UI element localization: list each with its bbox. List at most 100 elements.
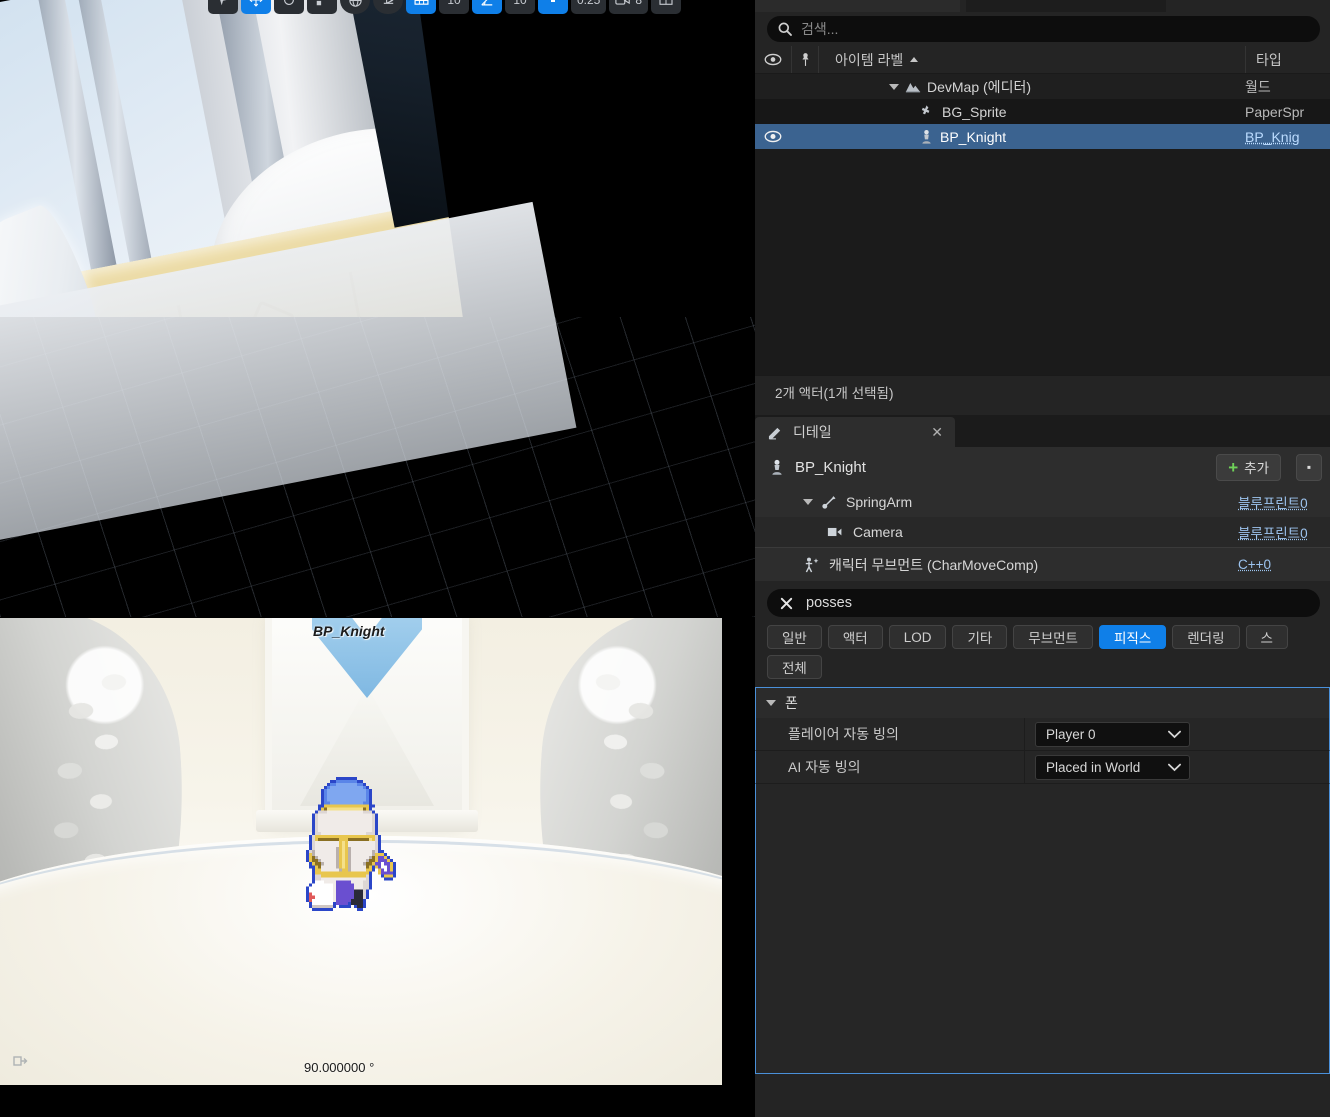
component-options-button[interactable]: ▪ [1296,453,1322,481]
chevron-down-icon[interactable] [803,499,813,505]
level-viewport[interactable]: BP_Knight 90.000000 ° 10 10 0.25 8 [0,0,755,1117]
camera-speed-button[interactable]: 8 [609,0,649,14]
chip-physics[interactable]: 피직스 [1098,625,1167,649]
close-icon[interactable] [779,596,794,611]
knight-sprite-actor[interactable] [303,777,396,914]
property-section: 폰 플레이어 자동 빙의 Player 0 AI 자동 빙의 Placed in… [755,687,1330,1074]
property-label: AI 자동 빙의 [788,759,861,775]
component-source-link[interactable]: C++0 [1238,557,1330,572]
plus-icon: + [1228,457,1239,477]
row-label: BP_Knight [940,128,1007,145]
tab-secondary[interactable] [966,0,1166,12]
chip-streaming[interactable]: 스 [1245,625,1288,649]
outliner-search-placeholder: 검색... [801,21,839,37]
row-visibility-toggle[interactable] [755,130,791,143]
chip-movement[interactable]: 무브먼트 [1013,625,1093,649]
chevron-down-icon[interactable] [766,700,776,706]
camera-icon [827,526,845,538]
rotation-readout: 90.000000 ° [304,1060,375,1075]
details-icon [767,425,784,440]
category-header-pawn[interactable]: 폰 [755,688,1330,718]
chip-lod[interactable]: LOD [888,625,947,649]
chip-all[interactable]: 전체 [767,655,822,679]
viewport-gizmo-icon[interactable] [12,1053,28,1069]
eye-icon[interactable] [755,53,791,66]
chevron-down-icon [1168,730,1181,739]
pawn-icon [919,129,934,145]
component-row-springarm[interactable]: SpringArm 블루프린트0 [755,487,1330,517]
outliner-tabstrip[interactable] [755,0,1330,12]
property-row-auto-possess-player: 플레이어 자동 빙의 Player 0 [755,718,1330,751]
surface-snap-button[interactable] [373,0,403,14]
add-button-label: 추가 [1244,461,1269,476]
angle-snap-value[interactable]: 10 [505,0,535,14]
chip-misc[interactable]: 기타 [952,625,1008,649]
chip-actor[interactable]: 액터 [827,625,883,649]
world-icon [905,80,921,93]
component-label: Camera [853,524,903,540]
property-value-cell: Player 0 [1024,718,1329,750]
row-type-link[interactable]: BP_Knig [1245,129,1330,145]
details-filter-chips[interactable]: 일반 액터 LOD 기타 무브먼트 피직스 렌더링 스 전체 [755,617,1330,687]
component-row-charmove[interactable]: 캐릭터 무브먼트 (CharMoveComp) C++0 [755,547,1330,581]
component-source-link[interactable]: 블루프린트0 [1238,492,1330,512]
component-row-camera[interactable]: Camera 블루프린트0 [755,517,1330,547]
tab-outliner[interactable] [755,0,960,12]
property-label: 플레이어 자동 빙의 [788,726,899,742]
component-name-cell: 캐릭터 무브먼트 (CharMoveComp) [769,555,1238,575]
viewport-layout-button[interactable] [651,0,682,14]
table-row[interactable]: BP_Knight BP_Knig [755,124,1330,149]
table-row[interactable]: BG_Sprite PaperSpr [755,99,1330,124]
details-tabstrip[interactable]: 디테일 ✕ [755,415,1330,447]
auto-possess-ai-dropdown[interactable]: Placed in World [1035,754,1190,780]
right-dock: 검색... 아이템 라벨 타입 DevMap (에디터) 월드 BG_Sprit… [755,0,1330,1117]
component-source-link[interactable]: 블루프린트0 [1238,522,1330,542]
scale-snap-button[interactable] [538,0,568,14]
scale-snap-value[interactable]: 0.25 [571,0,607,14]
dropdown-value: Player 0 [1046,726,1096,742]
auto-possess-player-dropdown[interactable]: Player 0 [1035,721,1190,747]
row-type: 월드 [1245,78,1271,95]
chevron-down-icon [1168,763,1181,772]
charmove-icon [803,557,821,573]
chevron-down-icon[interactable] [889,83,899,90]
rotate-mode-button[interactable] [274,0,304,14]
add-component-button[interactable]: + 추가 [1216,453,1281,481]
chip-general[interactable]: 일반 [767,625,822,649]
details-search-value: posses [806,595,852,611]
column-header-type[interactable]: 타입 [1245,46,1330,73]
editor-window: BP_Knight 90.000000 ° 10 10 0.25 8 검색...… [0,0,1330,1117]
grid-snap-value[interactable]: 10 [439,0,469,14]
component-name-cell: SpringArm [769,494,1238,510]
chip-rendering[interactable]: 렌더링 [1172,625,1240,649]
component-name-cell: Camera [769,524,1238,540]
tab-details[interactable]: 디테일 ✕ [755,417,955,447]
outliner-search-box[interactable]: 검색... [767,16,1320,42]
scale-mode-button[interactable] [307,0,337,14]
sort-ascending-icon [910,57,919,62]
select-mode-button[interactable] [208,0,238,14]
close-icon[interactable]: ✕ [931,424,943,441]
pin-icon[interactable] [791,46,819,73]
pawn-icon [769,459,785,476]
translate-mode-button[interactable] [241,0,271,14]
column-header-label[interactable]: 아이템 라벨 [819,50,1245,70]
sprite-icon [919,104,936,119]
outliner-item-bp-knight[interactable]: BP_Knight [819,129,1245,145]
viewport-3d-scene[interactable] [0,0,755,617]
property-row-auto-possess-ai: AI 자동 빙의 Placed in World [755,751,1330,784]
outliner-item-devmap[interactable]: DevMap (에디터) [819,77,1245,97]
search-icon [777,21,793,37]
angle-snap-button[interactable] [472,0,502,14]
details-search-input[interactable]: posses [767,589,1320,617]
component-label: 캐릭터 무브먼트 (CharMoveComp) [829,556,1039,573]
viewport-toolbar[interactable]: 10 10 0.25 8 [208,0,682,14]
details-panel: 디테일 ✕ BP_Knight + 추가 ▪ SpringArm 블루프린트0 … [755,415,1330,1117]
column-label-text: 아이템 라벨 [835,51,904,68]
outliner-status-bar: 2개 액터(1개 선택됨) [755,375,1330,407]
coordinate-system-button[interactable] [340,0,370,14]
outliner-item-bg-sprite[interactable]: BG_Sprite [819,104,1245,120]
grid-snap-button[interactable] [406,0,436,14]
table-row[interactable]: DevMap (에디터) 월드 [755,74,1330,99]
tab-details-label: 디테일 [793,424,832,440]
